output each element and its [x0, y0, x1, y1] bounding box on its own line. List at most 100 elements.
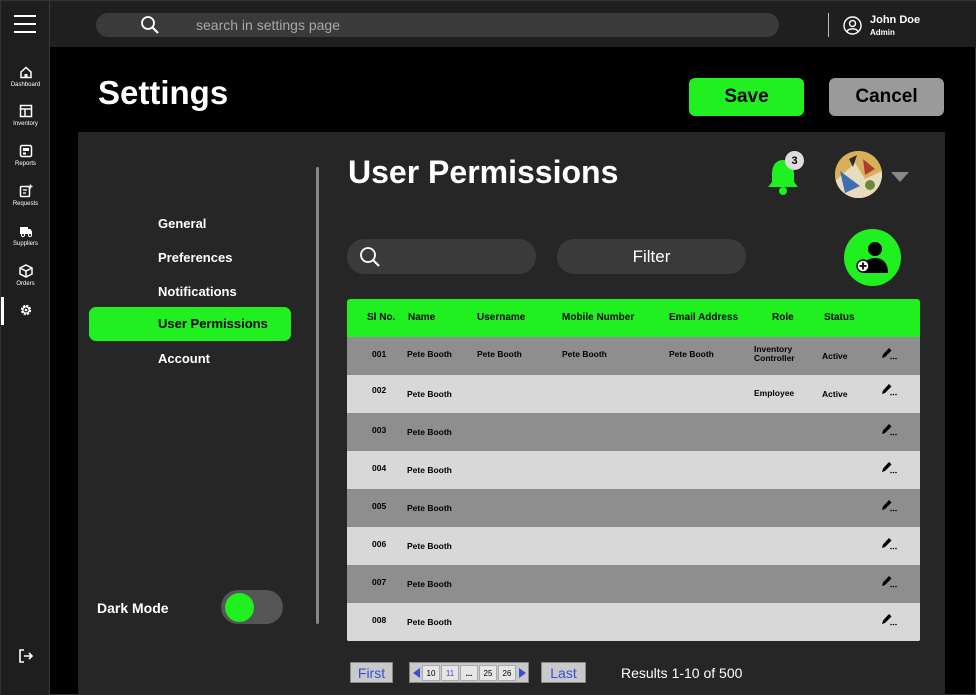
settings-nav-preferences[interactable]: Preferences [158, 250, 232, 265]
settings-panel: General Preferences Notifications User P… [78, 132, 945, 695]
dark-mode-label: Dark Mode [97, 600, 169, 616]
search-icon [360, 247, 380, 267]
cell-name: Pete Booth [407, 465, 452, 475]
cell-name: Pete Booth [407, 541, 452, 551]
sidebar: Dashboard Inventory Reports Requests Sup… [1, 1, 50, 695]
cell-role: Inventory Controller [754, 344, 795, 363]
edit-icon[interactable] [880, 612, 898, 626]
cell-name: Pete Booth [407, 617, 452, 627]
results-count: Results 1-10 of 500 [621, 665, 743, 681]
gear-icon [20, 304, 31, 316]
cell-sl: 003 [372, 425, 387, 435]
cell-sl: 005 [372, 501, 387, 511]
sidebar-item-suppliers[interactable]: Suppliers [1, 224, 50, 247]
edit-icon[interactable] [880, 536, 898, 550]
sidebar-item-label: Orders [16, 281, 35, 287]
table-row[interactable]: 008 Pete Booth [347, 603, 920, 641]
page-number[interactable]: 26 [498, 665, 516, 681]
table-search-input[interactable] [347, 239, 536, 274]
next-page-icon[interactable] [519, 668, 526, 678]
page-title: Settings [98, 74, 229, 111]
table-row[interactable]: 004 Pete Booth [347, 451, 920, 489]
cell-status: Active [822, 351, 848, 361]
dark-mode-toggle[interactable] [221, 590, 283, 624]
sidebar-item-dashboard[interactable]: Dashboard [1, 65, 50, 88]
cell-sl: 008 [372, 615, 387, 625]
cell-name: Pete Booth [407, 579, 452, 589]
cell-role: Employee [754, 388, 795, 398]
page-number-current[interactable]: 11 [441, 665, 459, 681]
first-page-button[interactable]: First [350, 662, 393, 683]
filter-button[interactable]: Filter [557, 239, 746, 274]
sidebar-item-orders[interactable]: Orders [1, 264, 50, 287]
app-window: Dashboard Inventory Reports Requests Sup… [0, 0, 976, 695]
add-user-button[interactable] [844, 229, 901, 286]
sidebar-item-inventory[interactable]: Inventory [1, 104, 50, 127]
table-row[interactable]: 005 Pete Booth [347, 489, 920, 527]
sidebar-item-label: Requests [12, 201, 39, 207]
section-title: User Permissions [348, 154, 619, 190]
cancel-button[interactable]: Cancel [829, 78, 944, 116]
user-circle-icon[interactable] [843, 16, 862, 35]
cell-email: Pete Booth [669, 349, 714, 359]
page-ellipsis: ... [460, 665, 478, 681]
sidebar-item-settings[interactable] [1, 303, 50, 317]
table-row[interactable]: 007 Pete Booth [347, 565, 920, 603]
table-row[interactable]: 003 Pete Booth [347, 413, 920, 451]
settings-nav-general[interactable]: General [158, 216, 206, 231]
cell-username: Pete Booth [477, 349, 522, 359]
add-user-icon [856, 242, 888, 273]
cell-sl: 002 [372, 385, 387, 395]
settings-nav-notifications[interactable]: Notifications [158, 284, 237, 299]
truck-icon [19, 227, 32, 238]
edit-icon[interactable] [880, 422, 898, 436]
cell-name: Pete Booth [407, 503, 452, 513]
search-input[interactable]: search in settings page [96, 13, 779, 37]
page-number[interactable]: 10 [422, 665, 440, 681]
sidebar-item-label: Inventory [13, 121, 38, 127]
sidebar-item-label: Reports [14, 161, 36, 167]
panel-divider [316, 167, 319, 624]
table-header: Sl No. Name Username Mobile Number Email… [347, 299, 920, 337]
table-row[interactable]: 001 Pete Booth Pete Booth Pete Booth Pete Bo… [347, 337, 920, 375]
edit-icon[interactable] [880, 460, 898, 474]
table-row[interactable]: 006 Pete Booth [347, 527, 920, 565]
page-number[interactable]: 25 [479, 665, 497, 681]
sidebar-item-label: Suppliers [12, 241, 38, 247]
settings-nav-account[interactable]: Account [158, 351, 210, 366]
prev-page-icon[interactable] [413, 668, 420, 678]
notification-badge: 3 [785, 151, 804, 170]
inventory-icon [19, 104, 32, 118]
avatar-image [835, 151, 882, 198]
cell-name: Pete Booth [407, 389, 452, 399]
settings-nav-label: User Permissions [158, 316, 268, 331]
chevron-down-icon[interactable] [891, 172, 909, 182]
requests-icon [19, 184, 32, 198]
sidebar-item-reports[interactable]: Reports [1, 144, 50, 167]
edit-icon[interactable] [880, 498, 898, 512]
avatar[interactable] [835, 151, 882, 198]
save-button[interactable]: Save [689, 78, 804, 116]
last-page-button[interactable]: Last [541, 662, 586, 683]
cell-name: Pete Booth [407, 349, 452, 359]
logout-icon[interactable] [18, 648, 34, 664]
sidebar-item-requests[interactable]: Requests [1, 184, 50, 207]
cell-sl: 004 [372, 463, 387, 473]
permissions-table: Sl No. Name Username Mobile Number Email… [347, 299, 920, 642]
box-icon [18, 264, 33, 278]
cell-name: Pete Booth [407, 427, 452, 437]
user-name: John Doe [870, 14, 921, 26]
edit-icon[interactable] [880, 574, 898, 588]
column-header: Status [824, 312, 855, 323]
table-row[interactable]: 002 Pete Booth Active Employee [347, 375, 920, 413]
settings-nav-user-permissions[interactable]: User Permissions [89, 307, 291, 341]
edit-icon[interactable] [880, 382, 898, 396]
hamburger-menu-icon[interactable] [14, 15, 36, 33]
divider [828, 13, 829, 37]
cell-mobile: Pete Booth [562, 349, 607, 359]
edit-icon[interactable] [880, 346, 898, 360]
user-role: Admin [870, 28, 895, 37]
cell-sl: 001 [372, 349, 387, 359]
home-icon [19, 66, 32, 79]
column-header: Sl No. [367, 312, 396, 323]
